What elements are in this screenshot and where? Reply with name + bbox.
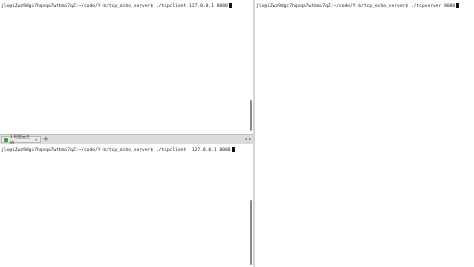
terminal-line: jlx@iZwz9dgc7hqvqa7wtbmi7qZ:~/code/Y-b/t… [256, 3, 460, 10]
text-cursor [231, 147, 235, 152]
prompt-text: jlx@iZwz9dgc7hqvqa7wtbmi7qZ:~/code/Y-b/t… [256, 4, 456, 9]
terminal-session-icon [4, 137, 8, 142]
add-tab-button[interactable]: + [43, 135, 49, 144]
terminal-pane-right[interactable]: jlx@iZwz9dgc7hqvqa7wtbmi7qZ:~/code/Y-b/t… [255, 0, 474, 267]
scrollbar-thumb[interactable] [250, 200, 252, 265]
tab-scroll-arrows: ◂ ▸ [245, 136, 251, 141]
close-icon[interactable]: × [35, 137, 38, 142]
session-tab[interactable]: 1 阿里云主机 × [1, 134, 41, 145]
chevron-right-icon[interactable]: ▸ [249, 136, 251, 141]
prompt-text: jlx@iZwz9dgc7hqvqa7wtbmi7qZ:~/code/Y-b/t… [1, 148, 231, 153]
text-cursor [228, 3, 232, 8]
scrollbar-thumb[interactable] [250, 100, 252, 131]
terminal-line: jlx@iZwz9dgc7hqvqa7wtbmi7qZ:~/code/Y-b/t… [1, 3, 232, 10]
chevron-left-icon[interactable]: ◂ [245, 136, 247, 141]
terminal-pane-top-left[interactable]: jlx@iZwz9dgc7hqvqa7wtbmi7qZ:~/code/Y-b/t… [0, 0, 249, 134]
terminal-line: jlx@iZwz9dgc7hqvqa7wtbmi7qZ:~/code/Y-b/t… [1, 147, 235, 154]
terminal-pane-bottom-left[interactable]: jlx@iZwz9dgc7hqvqa7wtbmi7qZ:~/code/Y-b/t… [0, 144, 249, 267]
text-cursor [456, 3, 460, 8]
prompt-text: jlx@iZwz9dgc7hqvqa7wtbmi7qZ:~/code/Y-b/t… [1, 4, 228, 9]
scrollbar-bottom-left[interactable] [249, 144, 253, 267]
